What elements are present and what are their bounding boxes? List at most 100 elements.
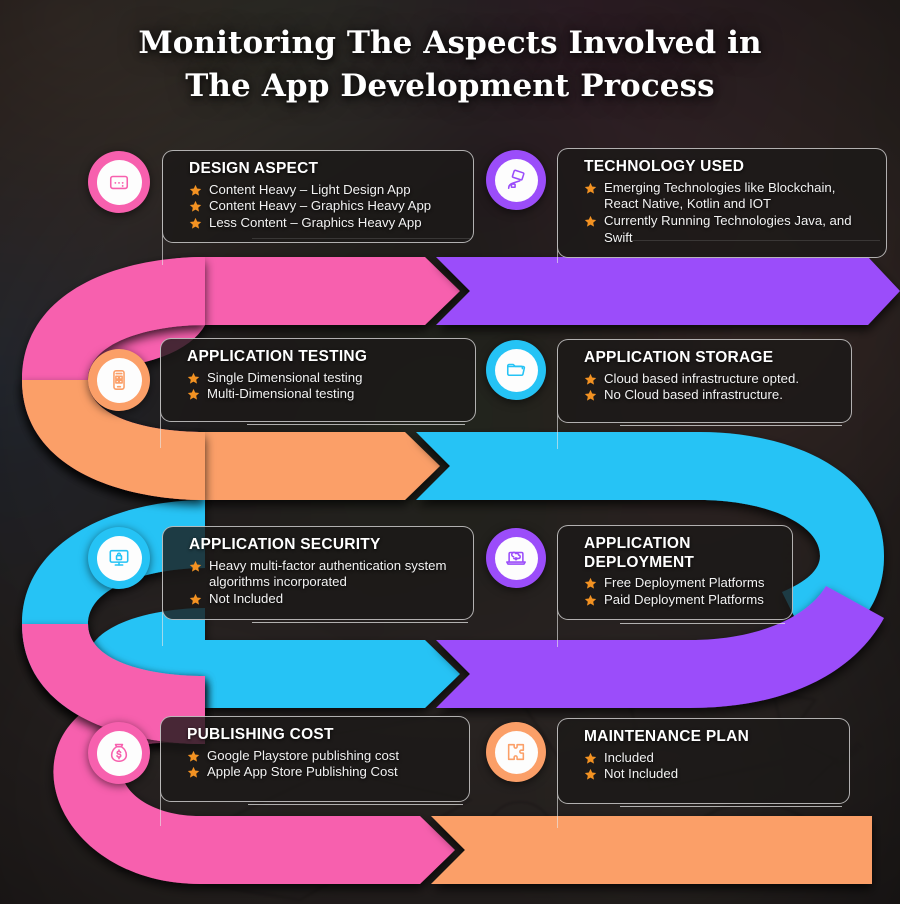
list-item-text: Emerging Technologies like Blockchain, R… (604, 179, 836, 212)
mobile-phone-icon (96, 357, 142, 403)
list-item-text: No Cloud based infrastructure. (604, 387, 783, 403)
list-item: Google Playstore publishing cost (187, 748, 455, 765)
list-item-text: Google Playstore publishing cost (207, 747, 400, 763)
design-layout-icon (96, 159, 142, 205)
card-badge-technology-used[interactable] (486, 150, 546, 210)
list-item-text: Not Included (209, 591, 284, 607)
list-item: Not Included (189, 591, 459, 608)
hand-device-icon (494, 158, 538, 202)
list-item-text: Included (604, 749, 654, 765)
star-bullet-icon (584, 182, 597, 195)
ribbon-orange-row-2 (190, 432, 440, 500)
card-application-deployment[interactable]: APPLICATION DEPLOYMENT Free Deployment Pl… (557, 525, 793, 620)
list-item-text: Multi-Dimensional testing (207, 386, 355, 402)
list-item: Free Deployment Platforms (584, 575, 778, 592)
folder-icon (494, 348, 538, 392)
card-frame-bottom-application-storage (620, 425, 842, 426)
card-list-design-aspect: Content Heavy – Light Design App Content … (189, 182, 459, 233)
card-heading-application-deployment: APPLICATION DEPLOYMENT (584, 535, 695, 571)
card-heading-technology-used: TECHNOLOGY USED (584, 158, 745, 175)
card-badge-publishing-cost[interactable] (88, 722, 150, 784)
list-item-text: Paid Deployment Platforms (604, 592, 764, 608)
star-bullet-icon (584, 389, 597, 402)
star-bullet-icon (584, 594, 597, 607)
card-badge-maintenance-plan[interactable] (486, 722, 546, 782)
list-item-text: Content Heavy – Light Design App (209, 181, 411, 197)
list-item: Heavy multi-factor authentication system… (189, 558, 459, 592)
list-item: Emerging Technologies like Blockchain, R… (584, 180, 872, 214)
card-badge-application-testing[interactable] (88, 349, 150, 411)
star-bullet-icon (189, 217, 202, 230)
list-item: Paid Deployment Platforms (584, 592, 778, 609)
card-technology-used[interactable]: TECHNOLOGY USED Emerging Technologies lik… (557, 148, 887, 259)
list-item: No Cloud based infrastructure. (584, 387, 837, 404)
star-bullet-icon (187, 766, 200, 779)
page-title: Monitoring The Aspects Involved in The A… (138, 25, 762, 104)
card-frame-bottom-application-deployment (620, 623, 785, 624)
star-bullet-icon (187, 388, 200, 401)
card-badge-application-storage[interactable] (486, 340, 546, 400)
star-bullet-icon (584, 577, 597, 590)
ribbon-purple-row-1 (436, 257, 900, 325)
list-item: Currently Running Technologies Java, and… (584, 213, 872, 247)
star-bullet-icon (189, 184, 202, 197)
list-item: Cloud based infrastructure opted. (584, 371, 837, 388)
card-badge-application-security[interactable] (88, 527, 150, 589)
list-item-text: Free Deployment Platforms (604, 575, 765, 591)
laptop-cloud-icon (494, 536, 538, 580)
star-bullet-icon (189, 593, 202, 606)
list-item: Included (584, 750, 835, 767)
star-bullet-icon (584, 215, 597, 228)
star-bullet-icon (189, 200, 202, 213)
card-list-application-security: Heavy multi-factor authentication system… (189, 558, 459, 609)
card-frame-bottom-publishing-cost (248, 804, 463, 805)
card-heading-application-testing: APPLICATION TESTING (187, 348, 368, 365)
infographic-canvas: Emerging application Kotlin (0, 0, 900, 904)
list-item-text: Currently Running Technologies Java, and… (604, 213, 852, 246)
card-application-testing[interactable]: APPLICATION TESTING Single Dimensional te… (160, 338, 476, 422)
list-item: Multi-Dimensional testing (187, 386, 461, 403)
monitor-lock-icon (96, 535, 142, 581)
card-publishing-cost[interactable]: PUBLISHING COST Google Playstore publishi… (160, 716, 470, 802)
card-application-security[interactable]: APPLICATION SECURITY Heavy multi-factor a… (162, 526, 474, 620)
list-item: Apple App Store Publishing Cost (187, 764, 455, 781)
money-bag-icon (96, 730, 142, 776)
list-item-text: Cloud based infrastructure opted. (604, 370, 799, 386)
card-list-technology-used: Emerging Technologies like Blockchain, R… (584, 180, 872, 248)
list-item-text: Heavy multi-factor authentication system… (209, 557, 447, 590)
puzzle-piece-icon (494, 730, 538, 774)
star-bullet-icon (584, 768, 597, 781)
list-item: Less Content – Graphics Heavy App (189, 215, 459, 232)
card-heading-application-storage: APPLICATION STORAGE (584, 349, 774, 366)
card-heading-design-aspect: DESIGN ASPECT (189, 160, 319, 177)
card-design-aspect[interactable]: DESIGN ASPECT Content Heavy – Light Desig… (162, 150, 474, 244)
star-bullet-icon (187, 372, 200, 385)
list-item-text: Content Heavy – Graphics Heavy App (209, 198, 432, 214)
list-item: Content Heavy – Light Design App (189, 182, 459, 199)
card-heading-publishing-cost: PUBLISHING COST (187, 726, 334, 743)
card-list-application-storage: Cloud based infrastructure opted. No Clou… (584, 371, 837, 405)
card-heading-application-security: APPLICATION SECURITY (189, 536, 381, 553)
list-item-text: Apple App Store Publishing Cost (207, 764, 398, 780)
list-item-text: Single Dimensional testing (207, 369, 363, 385)
star-bullet-icon (187, 750, 200, 763)
card-maintenance-plan[interactable]: MAINTENANCE PLAN Included Not Included (557, 718, 850, 804)
card-heading-maintenance-plan: MAINTENANCE PLAN (584, 728, 750, 745)
card-badge-application-deployment[interactable] (486, 528, 546, 588)
star-bullet-icon (189, 560, 202, 573)
star-bullet-icon (584, 373, 597, 386)
card-frame-bottom-application-security (252, 622, 468, 623)
card-application-storage[interactable]: APPLICATION STORAGE Cloud based infrastru… (557, 339, 852, 423)
card-list-publishing-cost: Google Playstore publishing cost Apple Ap… (187, 748, 455, 782)
card-frame-bottom-application-testing (247, 424, 465, 425)
list-item: Not Included (584, 766, 835, 783)
ribbon-orange-row-4 (431, 816, 872, 884)
card-frame-bottom-maintenance-plan (620, 806, 842, 807)
list-item-text: Not Included (604, 766, 679, 782)
card-list-application-deployment: Free Deployment Platforms Paid Deployment… (584, 575, 778, 609)
list-item: Single Dimensional testing (187, 370, 461, 387)
card-list-maintenance-plan: Included Not Included (584, 750, 835, 784)
list-item: Content Heavy – Graphics Heavy App (189, 198, 459, 215)
card-badge-design-aspect[interactable] (88, 151, 150, 213)
card-list-application-testing: Single Dimensional testing Multi-Dimensio… (187, 370, 461, 404)
